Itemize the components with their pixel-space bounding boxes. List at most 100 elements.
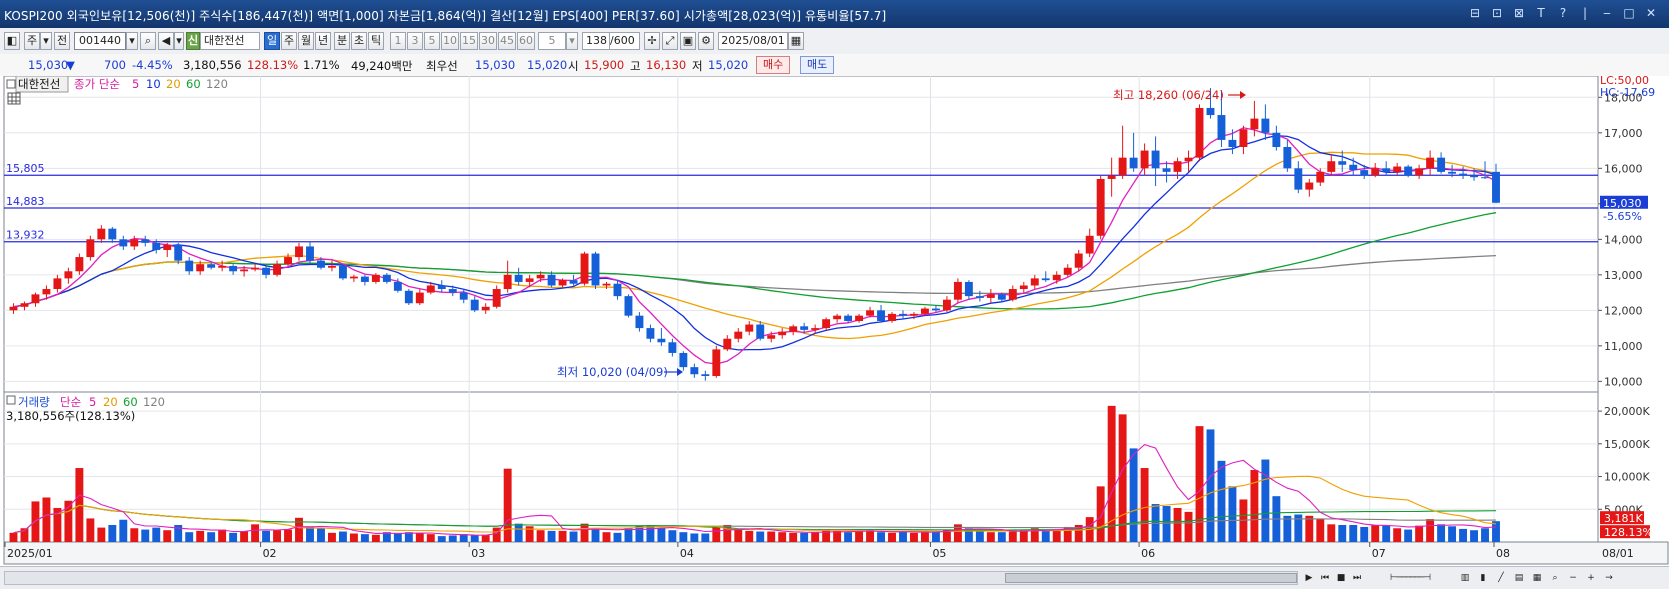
period-day-button[interactable]: 일 — [264, 32, 280, 50]
stock-name-field[interactable]: 대한전선 — [200, 32, 260, 50]
search-icon[interactable]: ⌕ — [140, 32, 156, 50]
candle-body — [1052, 274, 1061, 281]
volume-bar — [415, 533, 424, 542]
date-tick-label: 06 — [1141, 547, 1155, 560]
volume-bar — [448, 535, 457, 542]
stock-chart-svg[interactable]: 15,80514,88313,932 18,00017,00016,00015,… — [0, 74, 1669, 566]
settings-icon[interactable]: ⚙ — [698, 32, 714, 50]
count-input[interactable]: 138 — [582, 32, 610, 50]
buy-button[interactable]: 매수 — [756, 56, 791, 74]
scroll-thumb[interactable] — [1005, 573, 1297, 583]
interval-10-button[interactable]: 10 — [441, 32, 459, 50]
period-week-button[interactable]: 주 — [281, 32, 297, 50]
period-second-button[interactable]: 초 — [351, 32, 367, 50]
last-icon[interactable]: ⏭ — [1350, 571, 1364, 585]
volume-bar — [1283, 515, 1292, 542]
current-pct-tag-text: -5.65% — [1603, 210, 1642, 223]
line-icon[interactable]: ╱ — [1494, 571, 1508, 585]
layout-icon[interactable]: ◧ — [4, 32, 20, 50]
volume-bar — [1371, 524, 1380, 542]
candle-body — [42, 289, 51, 295]
interval-60-button[interactable]: 60 — [517, 32, 535, 50]
candle-body — [569, 280, 578, 284]
interval-value-input[interactable]: 5 — [538, 32, 566, 50]
calendar-icon[interactable]: ▦ — [788, 32, 804, 50]
candle-body — [679, 352, 688, 368]
interval-dropdown-icon[interactable]: ▾ — [566, 32, 578, 50]
volume-bar — [921, 531, 929, 542]
table-icon[interactable] — [7, 92, 21, 105]
code-dropdown-icon[interactable]: ▾ — [126, 32, 138, 50]
volume-bar — [240, 531, 249, 542]
first-icon[interactable]: ⏮ — [1318, 571, 1332, 585]
volume-pane-options-icon[interactable] — [6, 395, 16, 405]
chart-type-icon[interactable]: ▥ — [1458, 571, 1472, 585]
sound-dropdown-icon[interactable]: ▾ — [174, 32, 184, 50]
close-icon[interactable]: ✕ — [1643, 5, 1659, 21]
sell-button[interactable]: 매도 — [800, 56, 835, 74]
mode-dropdown-icon[interactable]: ▾ — [40, 32, 52, 50]
candle-body — [1283, 147, 1292, 169]
scroll-right-icon[interactable]: ▶ — [1302, 571, 1316, 585]
stop-icon[interactable]: ■ — [1334, 571, 1348, 585]
interval-3-button[interactable]: 3 — [407, 32, 423, 50]
zoom-in-icon[interactable]: + — [1584, 571, 1598, 585]
volume-bar — [503, 468, 512, 542]
volume-bar — [591, 528, 600, 542]
maximize-icon[interactable]: □ — [1621, 5, 1637, 21]
popup-icon[interactable]: ⊡ — [1489, 5, 1505, 21]
volume-bar — [9, 532, 18, 542]
arrow-right-icon[interactable]: → — [1602, 571, 1616, 585]
candle-body — [328, 265, 336, 268]
link-icon[interactable]: ⊟ — [1467, 5, 1483, 21]
volume-bar — [1140, 468, 1149, 542]
candle-body — [1448, 171, 1457, 174]
period-tick-button[interactable]: 틱 — [368, 32, 384, 50]
tools-icon[interactable]: ⊠ — [1511, 5, 1527, 21]
volume-bar — [811, 532, 820, 542]
candle-body — [514, 274, 523, 282]
help-icon[interactable]: ? — [1555, 5, 1571, 21]
candle-body — [953, 281, 962, 300]
price-change-pct: -4.45% — [132, 58, 173, 72]
interval-1-button[interactable]: 1 — [390, 32, 406, 50]
zoom-slider[interactable]: ⊢──────⊣ — [1370, 571, 1450, 585]
period-month-button[interactable]: 월 — [298, 32, 314, 50]
candle-icon[interactable]: ▮ — [1476, 571, 1490, 585]
title-bar-icons: ⊟ ⊡ ⊠ T ? | ‒ □ ✕ — [1467, 5, 1659, 21]
date-input[interactable]: 2025/08/01 — [718, 32, 788, 50]
interval-15-button[interactable]: 15 — [460, 32, 478, 50]
save-icon[interactable]: ▣ — [680, 32, 696, 50]
grid-icon[interactable]: ▦ — [1530, 571, 1544, 585]
volume-bar — [328, 532, 336, 542]
candle-body — [646, 328, 655, 339]
zoom-icon[interactable]: ⤢ — [662, 32, 678, 50]
mode-jeon-button[interactable]: 전 — [54, 32, 70, 50]
mode-ju-button[interactable]: 주 — [24, 32, 40, 50]
bar-icon[interactable]: ▤ — [1512, 571, 1526, 585]
stock-code-input[interactable]: 001440 — [74, 32, 126, 50]
volume-bar — [426, 534, 435, 542]
interval-45-button[interactable]: 45 — [498, 32, 516, 50]
search-zoom-icon[interactable]: ⌕ — [1548, 571, 1562, 585]
text-icon[interactable]: T — [1533, 5, 1549, 21]
volume-bar — [317, 528, 325, 542]
chart-area[interactable]: 15,80514,88313,932 18,00017,00016,00015,… — [0, 74, 1669, 566]
period-minute-button[interactable]: 분 — [334, 32, 350, 50]
horizontal-scrollbar[interactable] — [4, 571, 1298, 585]
candle-body — [196, 264, 205, 272]
high-price: 16,130 — [646, 58, 687, 72]
crosshair-icon[interactable]: ✢ — [644, 32, 660, 50]
interval-30-button[interactable]: 30 — [479, 32, 497, 50]
period-year-button[interactable]: 년 — [315, 32, 331, 50]
candle-body — [207, 264, 216, 268]
candle-body — [1294, 168, 1303, 190]
interval-5-button[interactable]: 5 — [424, 32, 440, 50]
candle-body — [404, 290, 413, 304]
zoom-out-icon[interactable]: − — [1566, 571, 1580, 585]
ma120-legend: 120 — [206, 77, 228, 91]
sound-icon[interactable]: ◀ — [158, 32, 174, 50]
pane-options-icon[interactable] — [6, 79, 16, 89]
chart-toolbar: ◧ 주 ▾ 전 001440 ▾ ⌕ ◀ ▾ 신 대한전선 일 주 월 년 분 … — [0, 28, 1669, 55]
minimize-icon[interactable]: ‒ — [1599, 5, 1615, 21]
